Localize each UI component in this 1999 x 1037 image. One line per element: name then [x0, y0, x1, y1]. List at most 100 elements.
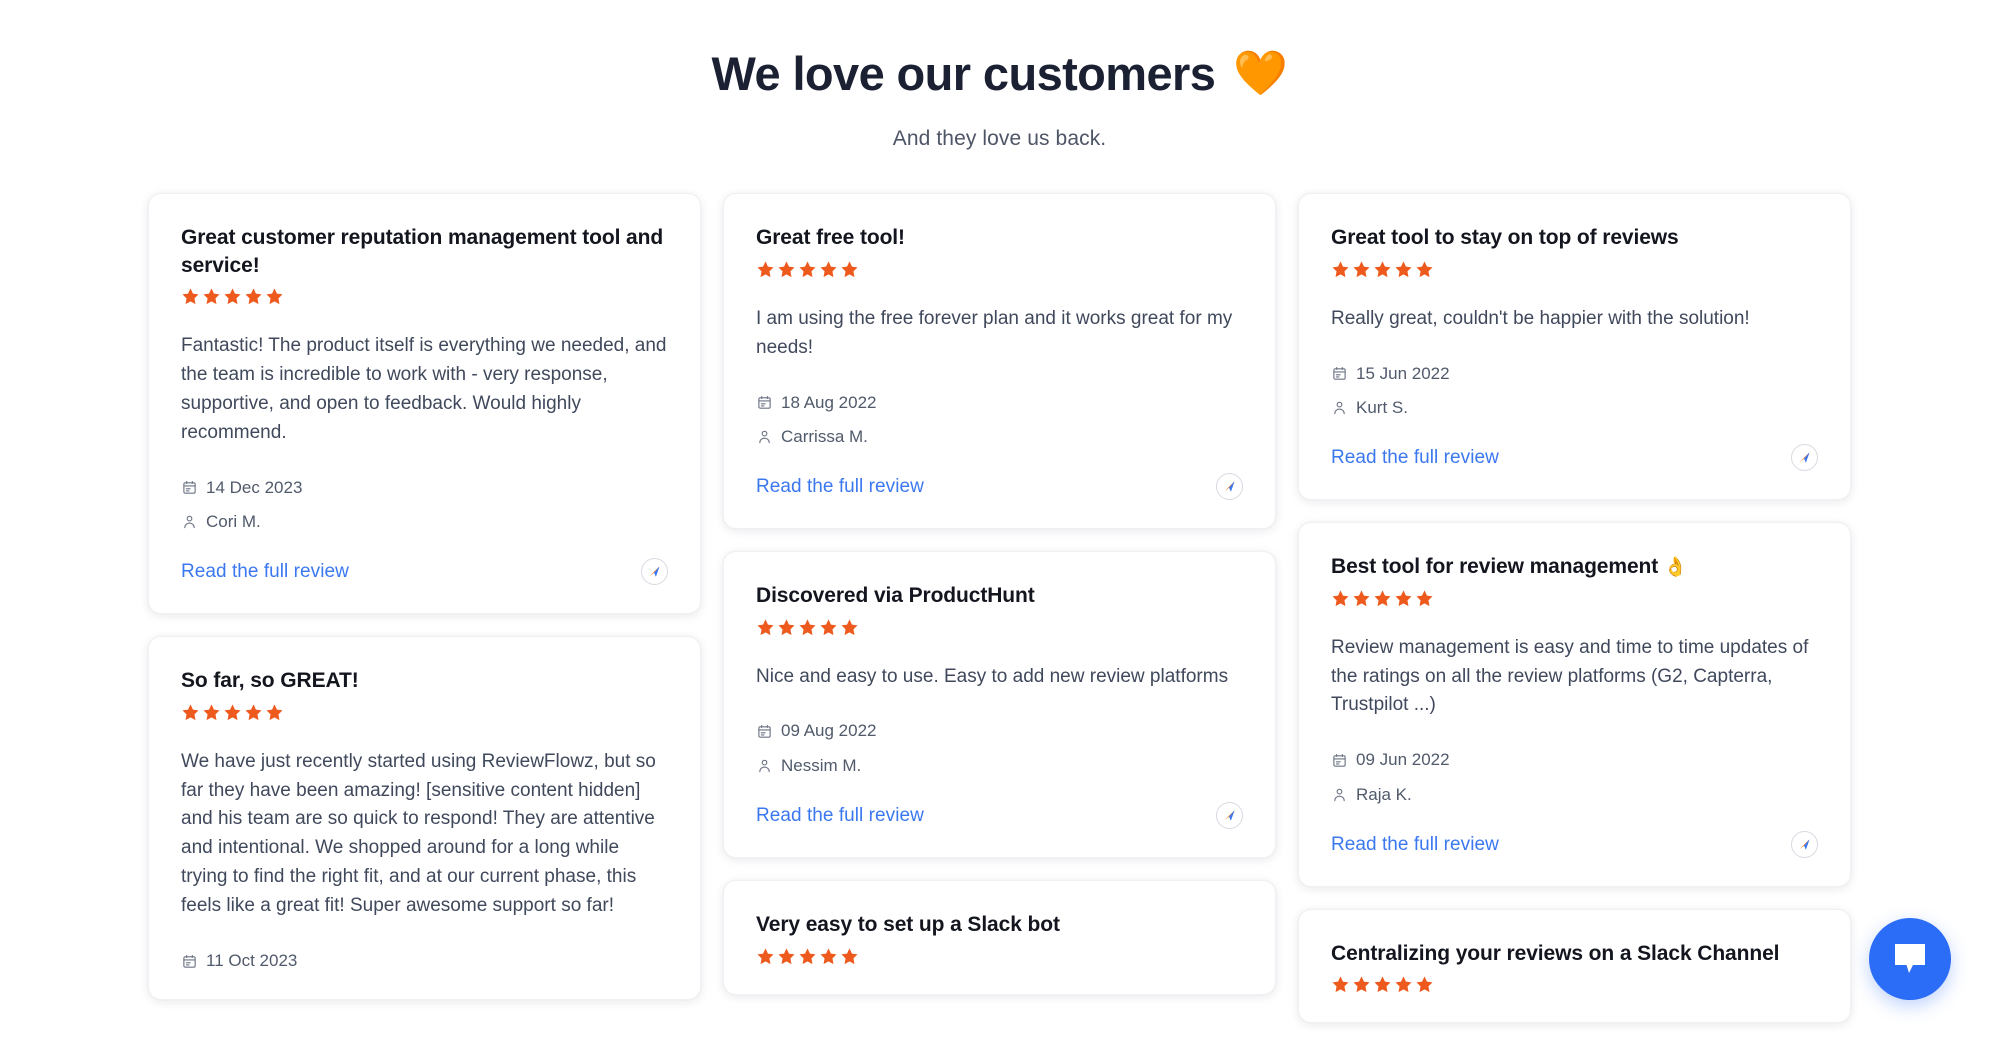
- star-icon: [1332, 976, 1349, 993]
- read-full-review-link[interactable]: Read the full review: [181, 561, 349, 583]
- star-icon: [799, 261, 816, 277]
- user-icon-wrap: [1331, 400, 1347, 417]
- review-card[interactable]: Centralizing your reviews on a Slack Cha…: [1298, 909, 1851, 1024]
- review-card-title: Best tool for review management 👌: [1331, 553, 1818, 580]
- review-date: 11 Oct 2023: [206, 950, 298, 970]
- review-meta: 11 Oct 2023: [181, 951, 668, 971]
- star-icon: [1395, 976, 1412, 993]
- review-author-row: Cori M.: [181, 512, 668, 532]
- review-card[interactable]: Best tool for review management 👌 Review …: [1298, 522, 1851, 888]
- review-title-text: Great tool to stay on top of reviews: [1331, 226, 1679, 250]
- review-author-row: Kurt S.: [1331, 398, 1818, 418]
- heart-icon: 🧡: [1233, 48, 1288, 98]
- rating-stars: [756, 947, 1243, 966]
- read-full-review-link[interactable]: Read the full review: [756, 476, 924, 498]
- read-full-review-link[interactable]: Read the full review: [1331, 834, 1499, 856]
- review-date-row: 11 Oct 2023: [181, 951, 668, 971]
- calendar-icon-wrap: [1331, 752, 1347, 769]
- chat-widget-button[interactable]: [1869, 918, 1951, 1000]
- star-icon: [778, 261, 795, 277]
- star-icon: [820, 261, 837, 277]
- read-full-review-link[interactable]: Read the full review: [756, 805, 924, 827]
- review-card[interactable]: Great customer reputation management too…: [148, 193, 701, 615]
- review-card-footer: Read the full review: [756, 802, 1243, 830]
- star-icon: [182, 704, 199, 720]
- user-icon: [758, 759, 770, 773]
- capterra-compass-icon: [1799, 839, 1810, 850]
- review-card-title: Great free tool!: [756, 224, 1243, 251]
- review-title-text: Very easy to set up a Slack bot: [756, 913, 1060, 937]
- star-icon: [224, 704, 241, 720]
- review-author-row: Carrissa M.: [756, 427, 1243, 447]
- review-source-badge[interactable]: [1791, 831, 1818, 859]
- rating-stars: [1331, 589, 1818, 608]
- calendar-icon: [1332, 754, 1346, 767]
- star-icon: [203, 704, 220, 720]
- review-source-badge[interactable]: [1216, 802, 1243, 830]
- ok-hand-icon: 👌: [1663, 557, 1688, 579]
- review-meta: 15 Jun 2022 Kurt S.: [1331, 364, 1818, 419]
- review-date-row: 09 Jun 2022: [1331, 750, 1818, 770]
- star-icon: [1416, 261, 1433, 277]
- star-icon: [1353, 261, 1370, 277]
- calendar-icon: [182, 954, 196, 968]
- review-card[interactable]: Very easy to set up a Slack bot: [723, 880, 1276, 995]
- review-source-badge[interactable]: [641, 558, 668, 586]
- calendar-icon-wrap: [756, 723, 772, 740]
- star-icon: [1332, 261, 1349, 277]
- review-body-text: Fantastic! The product itself is everyth…: [181, 335, 667, 443]
- rating-stars: [1331, 260, 1818, 279]
- review-card[interactable]: So far, so GREAT! We have just recently s…: [148, 636, 701, 1001]
- read-full-review-link[interactable]: Read the full review: [1331, 447, 1499, 469]
- star-icon: [1374, 590, 1391, 606]
- user-icon: [1333, 788, 1345, 802]
- review-date: 18 Aug 2022: [781, 392, 877, 412]
- review-date-row: 14 Dec 2023: [181, 478, 668, 498]
- review-source-badge[interactable]: [1216, 473, 1243, 501]
- review-body-text: Really great, couldn't be happier with t…: [1331, 307, 1750, 329]
- star-icon: [245, 288, 262, 305]
- review-author-row: Raja K.: [1331, 785, 1818, 805]
- star-icon: [266, 704, 283, 720]
- star-icon: [1416, 976, 1433, 993]
- review-date: 09 Aug 2022: [781, 721, 877, 741]
- star-icon: [1374, 261, 1391, 277]
- user-icon-wrap: [756, 758, 772, 775]
- capterra-compass-icon: [1224, 481, 1235, 492]
- page-title: We love our customers 🧡: [0, 46, 1999, 101]
- star-icon: [799, 619, 816, 635]
- review-card-footer: Read the full review: [1331, 444, 1818, 472]
- rating-stars: [181, 703, 668, 722]
- star-icon: [778, 619, 795, 635]
- review-date: 15 Jun 2022: [1356, 363, 1450, 383]
- star-icon: [266, 288, 283, 305]
- star-icon: [1416, 590, 1433, 606]
- user-icon: [183, 515, 195, 529]
- user-icon-wrap: [756, 429, 772, 446]
- review-card-title: Centralizing your reviews on a Slack Cha…: [1331, 940, 1818, 967]
- star-icon: [841, 261, 858, 277]
- rating-stars: [181, 287, 668, 306]
- rating-stars: [756, 260, 1243, 279]
- review-card[interactable]: Discovered via ProductHunt Nice and easy …: [723, 551, 1276, 859]
- review-title-text: Centralizing your reviews on a Slack Cha…: [1331, 942, 1780, 966]
- review-card[interactable]: Great free tool! I am using the free fore…: [723, 193, 1276, 530]
- capterra-compass-icon: [1224, 810, 1235, 821]
- review-meta: 09 Aug 2022 Nessim M.: [756, 721, 1243, 776]
- review-card[interactable]: Great tool to stay on top of reviews Real…: [1298, 193, 1851, 501]
- star-icon: [757, 619, 774, 635]
- review-card-title: So far, so GREAT!: [181, 667, 668, 694]
- calendar-icon-wrap: [756, 394, 772, 411]
- review-source-badge[interactable]: [1791, 444, 1818, 472]
- testimonials-grid-wrapper: Great customer reputation management too…: [0, 193, 1999, 1037]
- star-icon: [182, 288, 199, 305]
- review-title-text: Great customer reputation management too…: [181, 226, 664, 277]
- review-meta: 09 Jun 2022 Raja K.: [1331, 750, 1818, 805]
- review-card-footer: Read the full review: [756, 473, 1243, 501]
- star-icon: [245, 704, 262, 720]
- star-icon: [1353, 976, 1370, 993]
- calendar-icon-wrap: [181, 953, 197, 970]
- chat-bubble-icon: [1895, 944, 1925, 973]
- page-header: We love our customers 🧡 And they love us…: [0, 0, 1999, 151]
- calendar-icon-wrap: [181, 479, 197, 496]
